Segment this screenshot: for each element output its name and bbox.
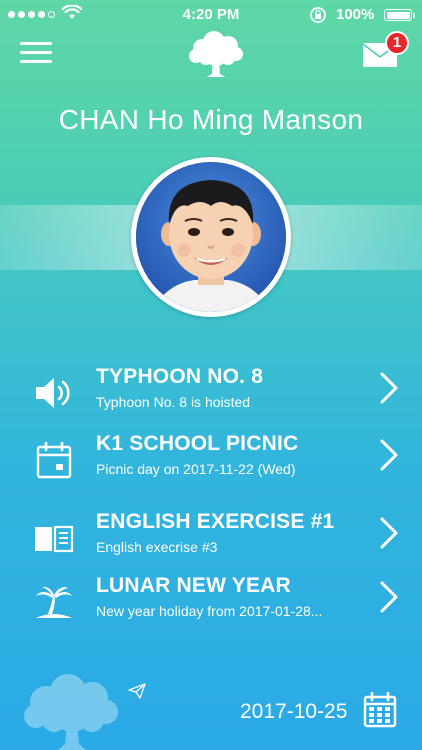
- notice-item-picnic[interactable]: K1 SCHOOL PICNIC Picnic day on 2017-11-2…: [0, 430, 422, 490]
- child-portrait-image: [136, 162, 286, 312]
- student-avatar[interactable]: [131, 157, 291, 317]
- notice-subtitle: English execrise #3: [96, 539, 218, 555]
- student-name: CHAN Ho Ming Manson: [58, 104, 364, 135]
- battery-percentage: 100%: [336, 6, 375, 23]
- current-date: 2017-10-25: [240, 700, 348, 723]
- palm-tree-icon: [36, 586, 72, 618]
- notice-title: LUNAR NEW YEAR: [96, 574, 291, 597]
- hamburger-icon: [20, 42, 52, 45]
- menu-button[interactable]: [20, 40, 54, 66]
- notice-subtitle: New year holiday from 2017-01-28...: [96, 603, 323, 619]
- notice-item-english-exercise[interactable]: ENGLISH EXERCISE #1 English execrise #3: [0, 508, 422, 568]
- orientation-lock-icon: [310, 7, 326, 23]
- chevron-right-icon: [380, 581, 398, 613]
- notice-title: TYPHOON NO. 8: [96, 365, 264, 388]
- avatar-photo: [136, 162, 286, 312]
- speaker-icon: [36, 378, 70, 408]
- tree-watermark-icon: [24, 674, 118, 750]
- notice-title: ENGLISH EXERCISE #1: [96, 510, 335, 533]
- battery-icon: [384, 9, 415, 21]
- paper-plane-icon[interactable]: [128, 683, 146, 699]
- notice-item-typhoon[interactable]: TYPHOON NO. 8 Typhoon No. 8 is hoisted: [0, 363, 422, 423]
- calendar-grid-icon: [363, 691, 397, 728]
- notice-subtitle: Typhoon No. 8 is hoisted: [96, 394, 251, 410]
- unread-badge: 1: [385, 31, 409, 55]
- chevron-right-icon: [380, 372, 398, 404]
- calendar-button[interactable]: [363, 691, 397, 728]
- chevron-right-icon: [380, 439, 398, 471]
- app-screen: 4:20 PM 100% 1 CHAN Ho Ming Manson TYPHO…: [0, 0, 422, 750]
- notice-subtitle: Picnic day on 2017-11-22 (Wed): [96, 461, 296, 477]
- notice-title: K1 SCHOOL PICNIC: [96, 432, 299, 455]
- calendar-icon: [36, 441, 72, 479]
- notice-item-lunar-new-year[interactable]: LUNAR NEW YEAR New year holiday from 201…: [0, 572, 422, 632]
- tree-logo-icon: [189, 31, 243, 77]
- chevron-right-icon: [380, 517, 398, 549]
- book-icon: [35, 525, 74, 553]
- status-bar: 4:20 PM 100%: [0, 0, 422, 30]
